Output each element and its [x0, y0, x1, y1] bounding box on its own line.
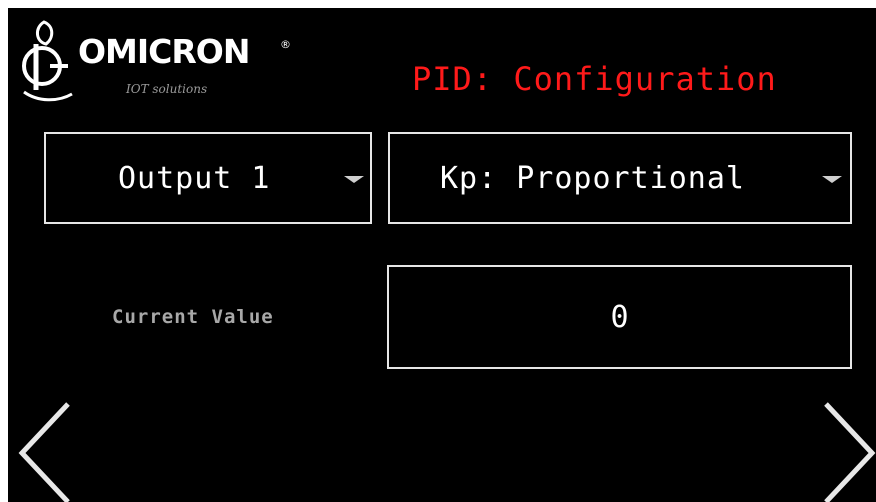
chevron-down-icon [822, 176, 842, 183]
chevron-right-icon [824, 402, 876, 502]
current-value-label: Current Value [112, 306, 274, 328]
output-dropdown-value: Output 1 [118, 160, 271, 196]
output-dropdown[interactable]: Output 1 [44, 132, 372, 224]
next-page-button[interactable] [820, 398, 876, 502]
brand-tagline: IOT solutions [126, 82, 208, 96]
chevron-left-icon [18, 402, 70, 502]
current-value-text: 0 [610, 299, 629, 335]
hmi-screen: OMICRON ® IOT solutions PID: Configurati… [8, 8, 876, 502]
registered-mark: ® [280, 38, 291, 51]
previous-page-button[interactable] [14, 398, 72, 502]
brand-name: OMICRON [78, 32, 250, 71]
chevron-down-icon [344, 176, 364, 183]
parameter-dropdown-value: Kp: Proportional [440, 160, 745, 196]
page-title: PID: Configuration [412, 60, 777, 98]
leaf-emblem-icon [22, 20, 73, 102]
parameter-dropdown[interactable]: Kp: Proportional [388, 132, 852, 224]
omicron-logo: OMICRON ® IOT solutions [14, 14, 304, 106]
current-value-field[interactable]: 0 [387, 265, 852, 369]
